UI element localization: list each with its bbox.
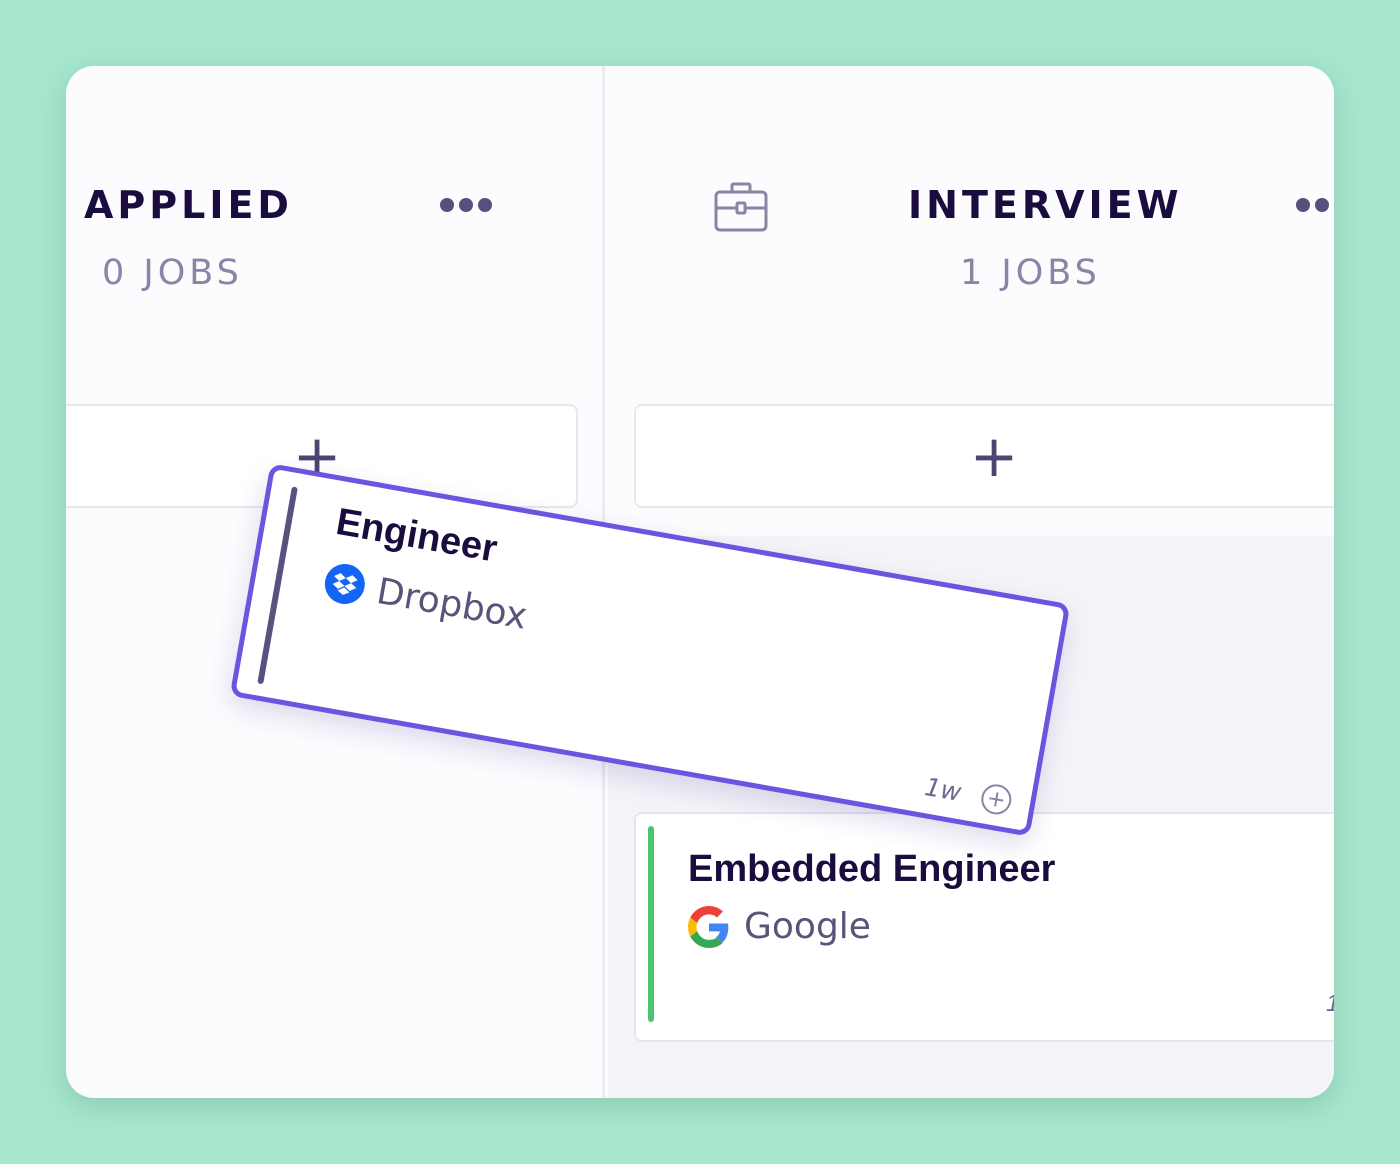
google-icon <box>688 906 729 948</box>
job-title: Embedded Engineer <box>688 848 1056 890</box>
add-job-button-interview[interactable]: + <box>634 404 1334 508</box>
card-age: 1w <box>922 772 964 807</box>
job-title: Engineer <box>332 500 501 571</box>
column-count-interview: 1 JOBS <box>960 253 1101 293</box>
card-date-truncated: 1 <box>1326 990 1334 1018</box>
column-title-interview: INTERVIEW <box>908 183 1183 227</box>
card-accent-bar <box>257 486 298 685</box>
briefcase-icon <box>714 182 768 232</box>
more-options-icon[interactable] <box>1296 198 1334 214</box>
more-options-icon[interactable] <box>440 198 492 214</box>
card-accent-bar <box>648 826 654 1022</box>
company-name: Google <box>744 906 871 947</box>
add-circle-icon[interactable] <box>978 781 1015 818</box>
job-card[interactable]: Embedded Engineer Google 1 <box>634 812 1334 1042</box>
column-count-applied: 0 JOBS <box>102 253 243 293</box>
column-title-applied: APPLIED <box>84 183 293 227</box>
dropbox-icon <box>324 564 365 605</box>
company-name: Dropbox <box>373 571 531 638</box>
plus-icon: + <box>969 422 1019 490</box>
